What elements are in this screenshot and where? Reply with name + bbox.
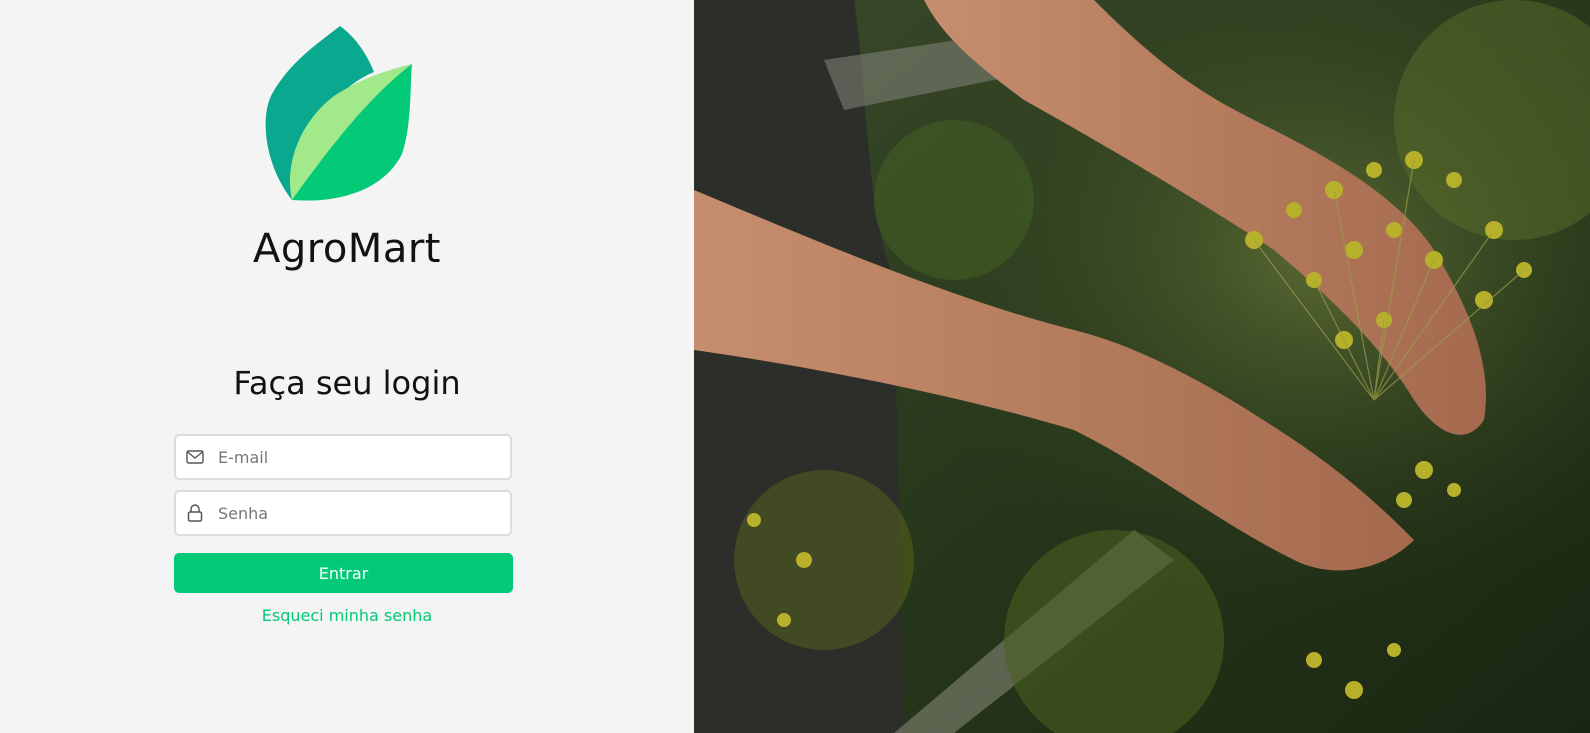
hands-holding-dill-flowers-photo <box>694 0 1590 733</box>
brand-name: AgroMart <box>253 226 441 272</box>
hero-photo <box>694 0 1590 733</box>
leaves-logo-icon <box>265 26 412 201</box>
login-page: AgroMart Faça seu login Entrar Esqueci m… <box>0 0 1590 733</box>
email-input[interactable] <box>218 447 488 467</box>
login-submit-button[interactable]: Entrar <box>174 553 513 593</box>
password-input[interactable] <box>218 503 488 523</box>
forgot-password-link[interactable]: Esqueci minha senha <box>0 606 694 625</box>
login-panel: AgroMart Faça seu login Entrar Esqueci m… <box>0 0 694 733</box>
login-title: Faça seu login <box>233 364 461 402</box>
mail-icon <box>186 448 204 466</box>
password-field[interactable] <box>174 490 512 536</box>
lock-icon <box>186 504 204 522</box>
email-field[interactable] <box>174 434 512 480</box>
